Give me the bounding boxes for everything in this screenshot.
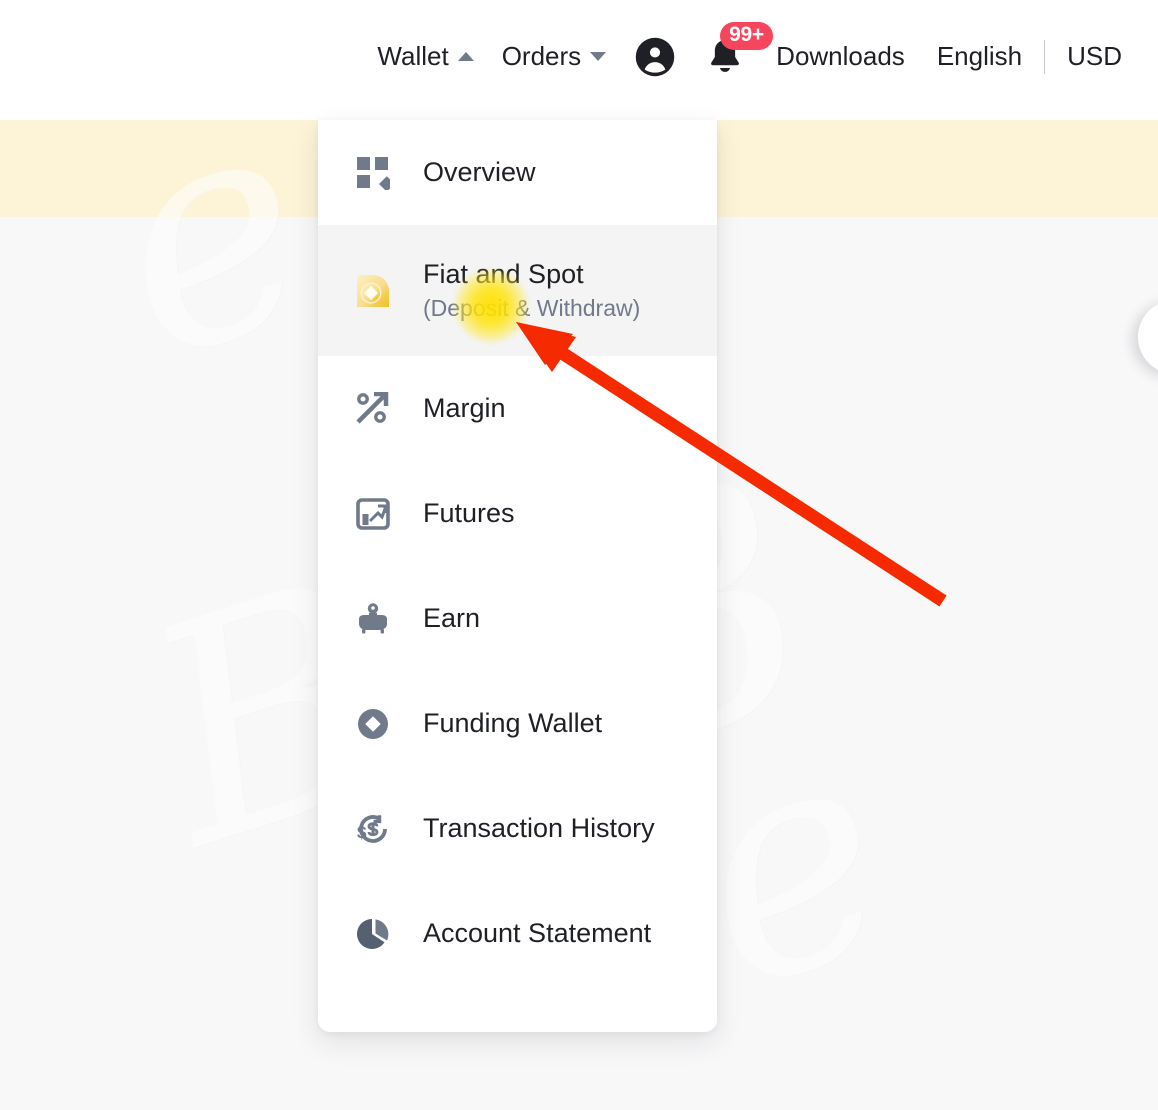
- piggy-bank-icon: [354, 600, 392, 638]
- nav-item-currency-label: USD: [1067, 41, 1122, 71]
- menu-item-label: Overview: [423, 156, 536, 187]
- menu-item-fiat-and-spot-text: Fiat and Spot (Deposit & Withdraw): [423, 259, 640, 322]
- nav-item-downloads-label: Downloads: [776, 41, 905, 71]
- funding-diamond-icon: [354, 705, 392, 743]
- wallet-dropdown-menu: Overview Fiat and Spot (Deposit & Withdr…: [318, 120, 717, 1032]
- menu-item-account-statement-text: Account Statement: [423, 918, 651, 950]
- menu-item-label: Futures: [423, 497, 515, 528]
- menu-item-futures[interactable]: Futures: [318, 461, 717, 566]
- futures-chart-icon: [354, 495, 392, 533]
- menu-item-sublabel: (Deposit & Withdraw): [423, 294, 641, 321]
- menu-item-account-statement[interactable]: Account Statement: [318, 881, 717, 986]
- header-divider: [1044, 39, 1046, 74]
- site-header: Wallet Orders 99+ Downloads English USD: [0, 0, 1158, 120]
- menu-item-funding-wallet-text: Funding Wallet: [423, 708, 602, 740]
- menu-item-margin-text: Margin: [423, 393, 506, 425]
- header-nav: Wallet Orders 99+ Downloads English USD: [363, 0, 1138, 113]
- menu-item-label: Earn: [423, 602, 481, 633]
- menu-item-fiat-and-spot[interactable]: Fiat and Spot (Deposit & Withdraw): [318, 225, 717, 356]
- menu-item-transaction-history-text: Transaction History: [423, 813, 655, 845]
- menu-item-label: Account Statement: [423, 917, 652, 948]
- nav-item-orders[interactable]: Orders: [488, 0, 620, 113]
- notification-badge: 99+: [720, 22, 773, 51]
- pie-chart-icon: [354, 915, 392, 953]
- menu-item-label: Funding Wallet: [423, 707, 603, 738]
- user-circle-icon: [635, 37, 675, 76]
- nav-item-wallet-label: Wallet: [377, 41, 449, 71]
- caret-up-icon: [457, 52, 474, 61]
- menu-item-margin[interactable]: Margin: [318, 356, 717, 461]
- menu-item-label: Margin: [423, 392, 506, 423]
- notifications-button[interactable]: 99+: [690, 0, 773, 113]
- menu-item-funding-wallet[interactable]: Funding Wallet: [318, 671, 717, 776]
- screen-root: e B e B Wallet Orders: [0, 0, 1158, 1110]
- grid-squares-icon: [354, 154, 392, 192]
- nav-item-wallet[interactable]: Wallet: [363, 0, 487, 113]
- menu-item-earn[interactable]: Earn: [318, 566, 717, 671]
- menu-item-overview[interactable]: Overview: [318, 120, 717, 225]
- fiat-spot-coin-icon: [354, 272, 392, 310]
- dollar-clock-icon: $: [354, 810, 392, 848]
- nav-item-currency[interactable]: USD: [1051, 0, 1138, 113]
- menu-item-futures-text: Futures: [423, 498, 515, 530]
- caret-down-icon: [590, 52, 607, 61]
- margin-percent-arrow-icon: [354, 390, 392, 428]
- svg-text:$: $: [357, 823, 367, 842]
- menu-item-label: Fiat and Spot: [423, 259, 584, 289]
- nav-item-language-label: English: [936, 41, 1023, 71]
- nav-item-language[interactable]: English: [921, 0, 1038, 113]
- menu-item-overview-text: Overview: [423, 157, 536, 189]
- account-button[interactable]: [620, 0, 690, 113]
- menu-item-label: Transaction History: [423, 812, 655, 843]
- menu-item-transaction-history[interactable]: $ Transaction History: [318, 776, 717, 881]
- menu-item-earn-text: Earn: [423, 603, 480, 635]
- nav-item-downloads[interactable]: Downloads: [760, 0, 921, 113]
- nav-item-orders-label: Orders: [501, 41, 582, 71]
